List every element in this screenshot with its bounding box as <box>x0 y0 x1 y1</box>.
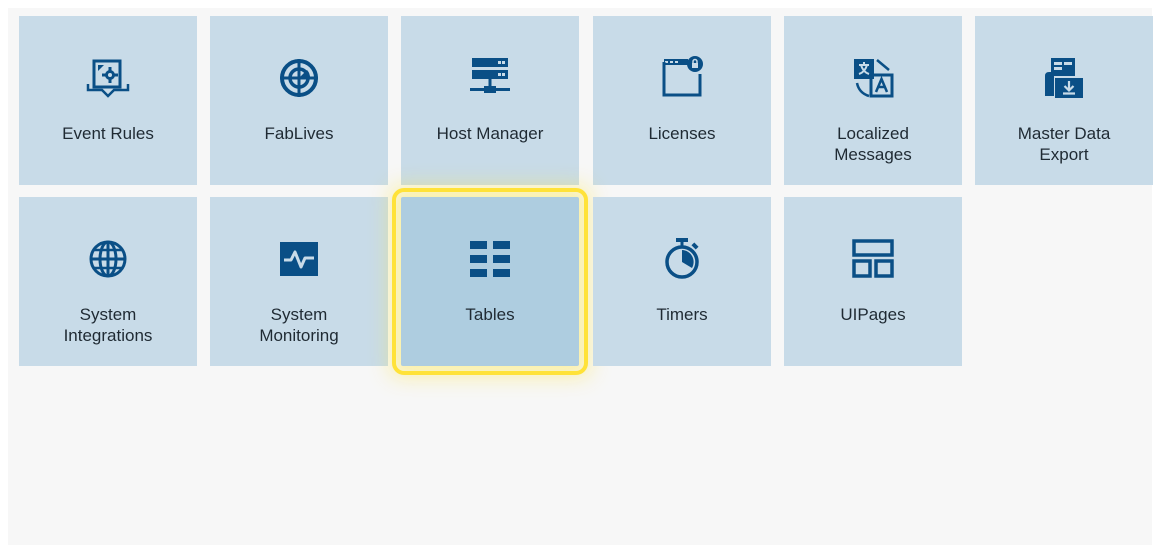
tile-timers[interactable]: Timers <box>593 197 771 366</box>
fablives-icon <box>277 56 321 100</box>
event-rules-icon <box>86 56 130 100</box>
tile-label: Event Rules <box>62 124 154 143</box>
tile-label: Tables <box>465 305 515 324</box>
globe-icon <box>86 237 130 281</box>
tile-tables[interactable]: Tables <box>392 188 588 375</box>
tile-label: UIPages <box>840 305 906 324</box>
app-launcher-panel: Event Rules FabLives Host Manager Licens… <box>8 8 1153 545</box>
master-data-export-icon <box>1042 56 1086 100</box>
tile-label: Timers <box>656 305 708 324</box>
host-manager-icon <box>468 56 512 100</box>
licenses-icon <box>660 56 704 100</box>
tile-label: FabLives <box>264 124 334 143</box>
localized-messages-icon <box>851 56 895 100</box>
tile-label: Host Manager <box>436 124 544 143</box>
tables-icon <box>468 237 512 281</box>
tile-label: System Integrations <box>63 305 153 345</box>
tile-host-manager[interactable]: Host Manager <box>401 16 579 185</box>
tile-uipages[interactable]: UIPages <box>784 197 962 366</box>
tile-label: System Monitoring <box>259 305 339 345</box>
tile-label: Master Data Export <box>1017 124 1111 164</box>
tile-system-monitoring[interactable]: System Monitoring <box>210 197 388 366</box>
tile-label: Licenses <box>648 124 716 143</box>
system-monitoring-icon <box>277 237 321 281</box>
uipages-icon <box>851 237 895 281</box>
tile-master-data-export[interactable]: Master Data Export <box>975 16 1153 185</box>
tile-fablives[interactable]: FabLives <box>210 16 388 185</box>
tile-licenses[interactable]: Licenses <box>593 16 771 185</box>
timer-icon <box>660 237 704 281</box>
tile-localized-messages[interactable]: Localized Messages <box>784 16 962 185</box>
tile-label: Localized Messages <box>834 124 912 164</box>
tile-event-rules[interactable]: Event Rules <box>19 16 197 185</box>
tile-system-integrations[interactable]: System Integrations <box>19 197 197 366</box>
